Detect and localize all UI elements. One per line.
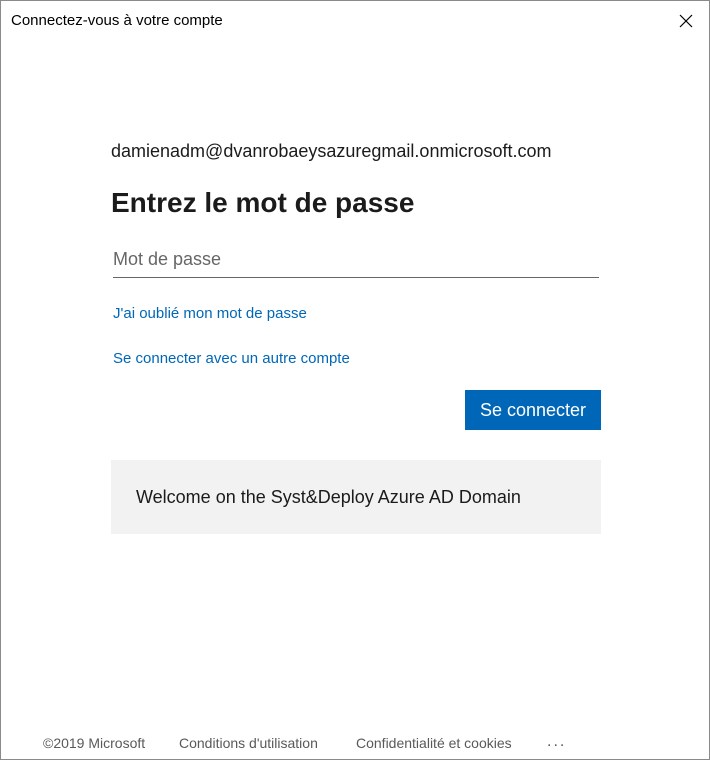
copyright-text: ©2019 Microsoft xyxy=(43,735,146,751)
other-account-link[interactable]: Se connecter avec un autre compte xyxy=(113,350,350,367)
close-icon xyxy=(679,14,693,28)
welcome-banner: Welcome on the Syst&Deploy Azure AD Doma… xyxy=(111,460,601,534)
account-email: damienadm@dvanrobaeysazuregmail.onmicros… xyxy=(111,141,552,161)
signin-button[interactable]: Se connecter xyxy=(465,390,601,430)
banner-text: Welcome on the Syst&Deploy Azure AD Doma… xyxy=(136,487,521,507)
window-title: Connectez-vous à votre compte xyxy=(11,12,223,29)
more-options-button[interactable]: ... xyxy=(547,733,566,751)
close-button[interactable] xyxy=(663,1,709,41)
password-field[interactable] xyxy=(113,241,599,278)
title-bar: Connectez-vous à votre compte xyxy=(1,1,709,41)
signin-window: Connectez-vous à votre compte damienadm@… xyxy=(0,0,710,760)
privacy-link[interactable]: Confidentialité et cookies xyxy=(356,735,512,751)
page-title: Entrez le mot de passe xyxy=(111,187,415,218)
forgot-password-link[interactable]: J'ai oublié mon mot de passe xyxy=(113,305,307,322)
terms-link[interactable]: Conditions d'utilisation xyxy=(179,735,318,751)
